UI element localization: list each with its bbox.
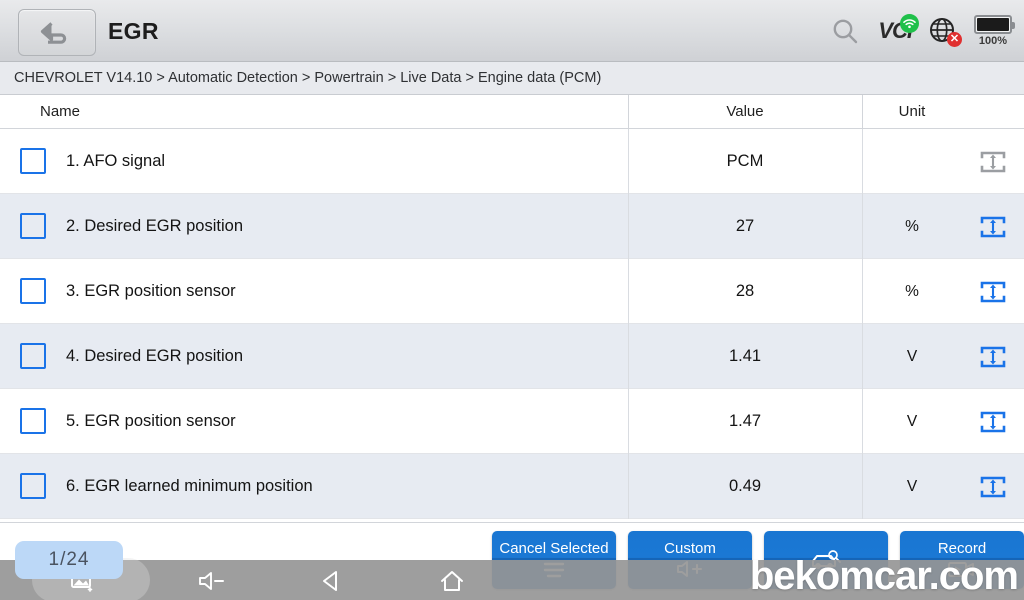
table-header-row: Name Value Unit — [0, 95, 1024, 129]
graph-range-icon — [980, 281, 1006, 302]
android-home-button[interactable] — [430, 564, 474, 598]
table-row[interactable]: 6. EGR learned minimum position 0.49 V — [0, 454, 1024, 519]
row-name: 4. Desired EGR position — [66, 347, 243, 365]
row-value: 28 — [735, 282, 755, 300]
row-checkbox[interactable] — [20, 408, 46, 434]
column-divider — [862, 95, 863, 128]
status-area: VCI ✕ 100% — [830, 0, 1024, 62]
column-header-name: Name — [40, 103, 81, 120]
battery-full-icon — [974, 15, 1015, 34]
battery-indicator: 100% — [974, 15, 1015, 47]
back-button[interactable] — [18, 9, 96, 56]
row-unit: % — [905, 283, 919, 300]
graph-range-icon — [980, 151, 1006, 172]
action-button-label: Record — [937, 539, 987, 557]
search-icon — [833, 19, 858, 44]
row-name: 6. EGR learned minimum position — [66, 477, 313, 495]
row-checkbox[interactable] — [20, 343, 46, 369]
android-back-button[interactable] — [310, 564, 354, 598]
breadcrumb: CHEVROLET V14.10 > Automatic Detection >… — [0, 62, 1024, 95]
graph-range-icon — [980, 476, 1006, 497]
column-header-value: Value — [726, 103, 764, 120]
search-button[interactable] — [830, 16, 860, 46]
home-icon — [441, 571, 463, 591]
row-graph-button[interactable] — [962, 324, 1024, 389]
row-checkbox[interactable] — [20, 148, 46, 174]
graph-range-icon — [980, 346, 1006, 367]
live-data-table: Name Value Unit 1. AFO signal PCM 2. Desir… — [0, 95, 1024, 522]
graph-range-icon — [980, 216, 1006, 237]
row-value: 1.47 — [728, 412, 762, 430]
table-row[interactable]: 4. Desired EGR position 1.41 V — [0, 324, 1024, 389]
row-unit — [862, 129, 962, 194]
volume-down-button[interactable] — [190, 564, 234, 598]
title-bar: EGR VCI ✕ 100% — [0, 0, 1024, 62]
table-row[interactable]: 1. AFO signal PCM — [0, 129, 1024, 194]
row-unit: V — [906, 348, 918, 365]
row-value: 0.49 — [728, 477, 762, 495]
android-navigation-bar — [0, 558, 1024, 600]
volume-down-icon — [199, 572, 224, 590]
row-value: PCM — [726, 152, 764, 170]
column-divider — [628, 95, 629, 128]
row-graph-button[interactable] — [962, 259, 1024, 324]
row-graph-button[interactable] — [962, 454, 1024, 519]
row-name: 2. Desired EGR position — [66, 217, 243, 235]
table-row[interactable]: 3. EGR position sensor 28% — [0, 259, 1024, 324]
row-checkbox[interactable] — [20, 278, 46, 304]
action-button-label: Cancel Selected — [499, 539, 609, 557]
graph-range-icon — [980, 411, 1006, 432]
wifi-icon — [900, 14, 919, 33]
row-value: 27 — [735, 217, 755, 235]
network-status-button[interactable]: ✕ — [928, 16, 962, 47]
row-name: 1. AFO signal — [66, 152, 166, 170]
row-graph-button[interactable] — [962, 194, 1024, 259]
back-triangle-icon — [323, 571, 337, 591]
network-error-badge: ✕ — [947, 32, 962, 47]
column-header-unit: Unit — [898, 103, 926, 120]
table-body: 1. AFO signal PCM 2. Desired EGR position 2… — [0, 129, 1024, 519]
row-unit: V — [906, 413, 918, 430]
action-button-label: Custom — [664, 539, 716, 557]
row-checkbox[interactable] — [20, 473, 46, 499]
table-row[interactable]: 2. Desired EGR position 27% — [0, 194, 1024, 259]
vci-status-button[interactable]: VCI — [878, 14, 919, 44]
row-checkbox[interactable] — [20, 213, 46, 239]
row-unit: V — [906, 478, 918, 495]
row-graph-button[interactable] — [962, 389, 1024, 454]
page-indicator: 1/24 — [15, 541, 123, 579]
table-row[interactable]: 5. EGR position sensor 1.47 V — [0, 389, 1024, 454]
row-graph-button[interactable] — [962, 129, 1024, 194]
battery-percent-label: 100% — [978, 35, 1008, 47]
back-arrow-icon — [40, 21, 67, 44]
row-unit: % — [905, 218, 919, 235]
row-name: 3. EGR position sensor — [66, 282, 236, 300]
diagnostic-live-data-screen: EGR VCI ✕ 100% CHEVROLET V14.10 > Automa… — [0, 0, 1024, 600]
page-title: EGR — [108, 18, 159, 44]
row-name: 5. EGR position sensor — [66, 412, 236, 430]
row-value: 1.41 — [728, 347, 762, 365]
